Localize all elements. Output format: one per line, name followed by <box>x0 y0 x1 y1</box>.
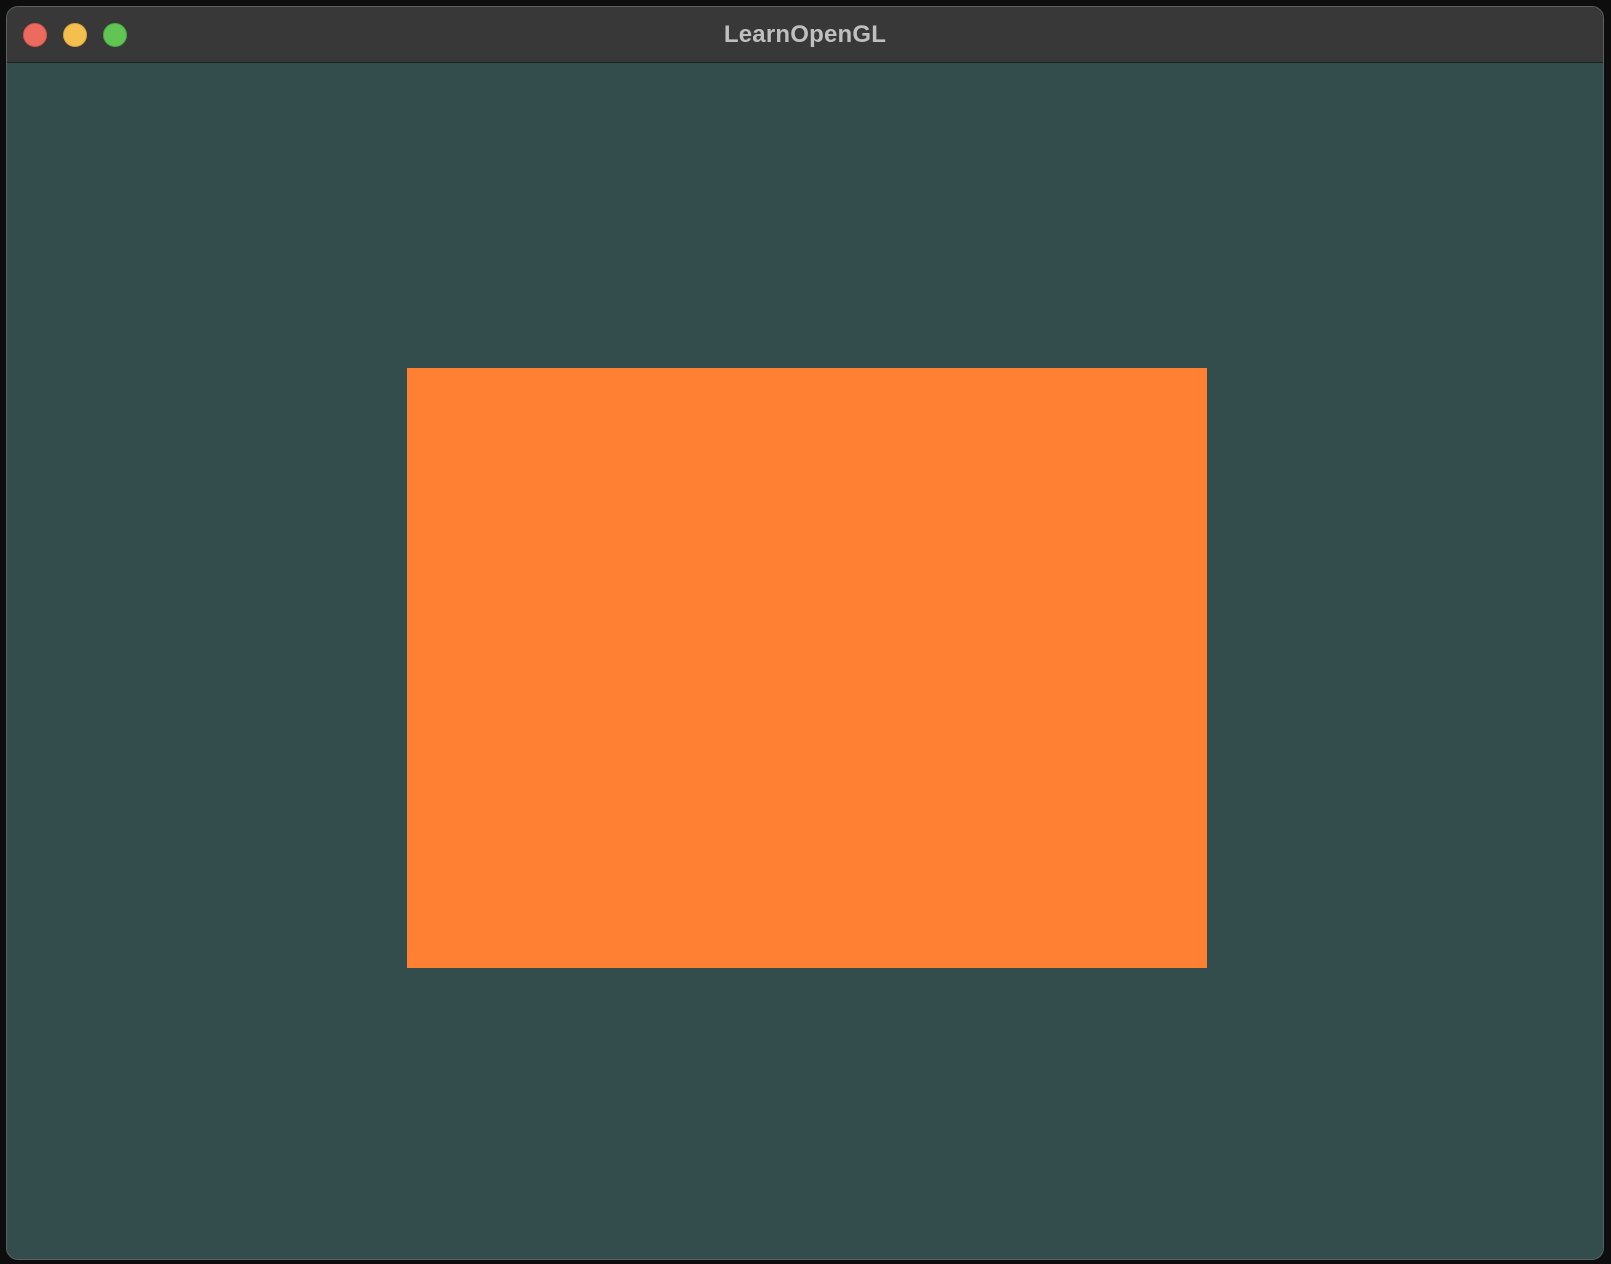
window-title: LearnOpenGL <box>723 21 887 48</box>
orange-rectangle <box>407 368 1207 968</box>
title-bar[interactable]: LearnOpenGL <box>7 7 1603 63</box>
app-window: LearnOpenGL <box>6 6 1604 1260</box>
opengl-viewport[interactable] <box>7 63 1603 1259</box>
